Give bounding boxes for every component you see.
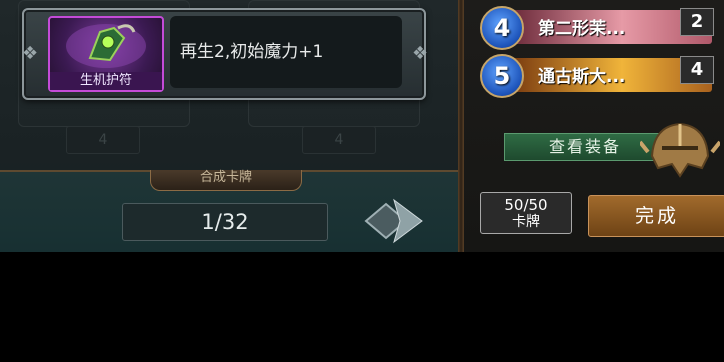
- item-description: 再生2,初始魔力+1: [170, 16, 402, 88]
- ornament-right-icon: ❖: [412, 43, 429, 64]
- page-indicator: 1/32: [122, 203, 328, 241]
- ornament-left-icon: ❖: [22, 43, 39, 64]
- deck-panel: 4 第二形茉... 2 5 通古斯大... 4 查看装备 50/50 卡牌 完成: [464, 0, 724, 252]
- card-count-value: 50/50: [504, 196, 548, 214]
- deck-card-name: 第二形茉...: [538, 19, 626, 39]
- card-count-box: 50/50 卡牌: [480, 192, 572, 234]
- deck-card-row[interactable]: 5 通古斯大... 4: [480, 54, 724, 98]
- card-slot-count-left: 4: [66, 126, 140, 154]
- deck-card-row[interactable]: 4 第二形茉... 2: [480, 6, 724, 50]
- deck-card-count: 2: [680, 8, 714, 36]
- arrow-right-icon[interactable]: [360, 194, 426, 248]
- card-slot-count-right: 4: [302, 126, 376, 154]
- mana-cost: 5: [480, 54, 524, 98]
- deck-card-name: 通古斯大...: [538, 67, 626, 87]
- done-button[interactable]: 完成: [588, 195, 724, 237]
- deck-card-count: 4: [680, 56, 714, 84]
- game-screen: 4 4 ❖ ❖ 生机护符 再生2,初始魔力+1 合成卡牌 1/32 4 第二形茉…: [0, 0, 724, 252]
- helmet-icon[interactable]: [640, 118, 720, 182]
- item-tooltip: ❖ ❖ 生机护符 再生2,初始魔力+1: [22, 8, 429, 100]
- item-name: 生机护符: [50, 72, 162, 90]
- merge-cards-tab[interactable]: 合成卡牌: [150, 170, 302, 191]
- mana-cost: 4: [480, 6, 524, 50]
- amulet-icon: [66, 24, 146, 68]
- item-card[interactable]: 生机护符: [48, 16, 164, 92]
- card-count-label: 卡牌: [512, 214, 540, 230]
